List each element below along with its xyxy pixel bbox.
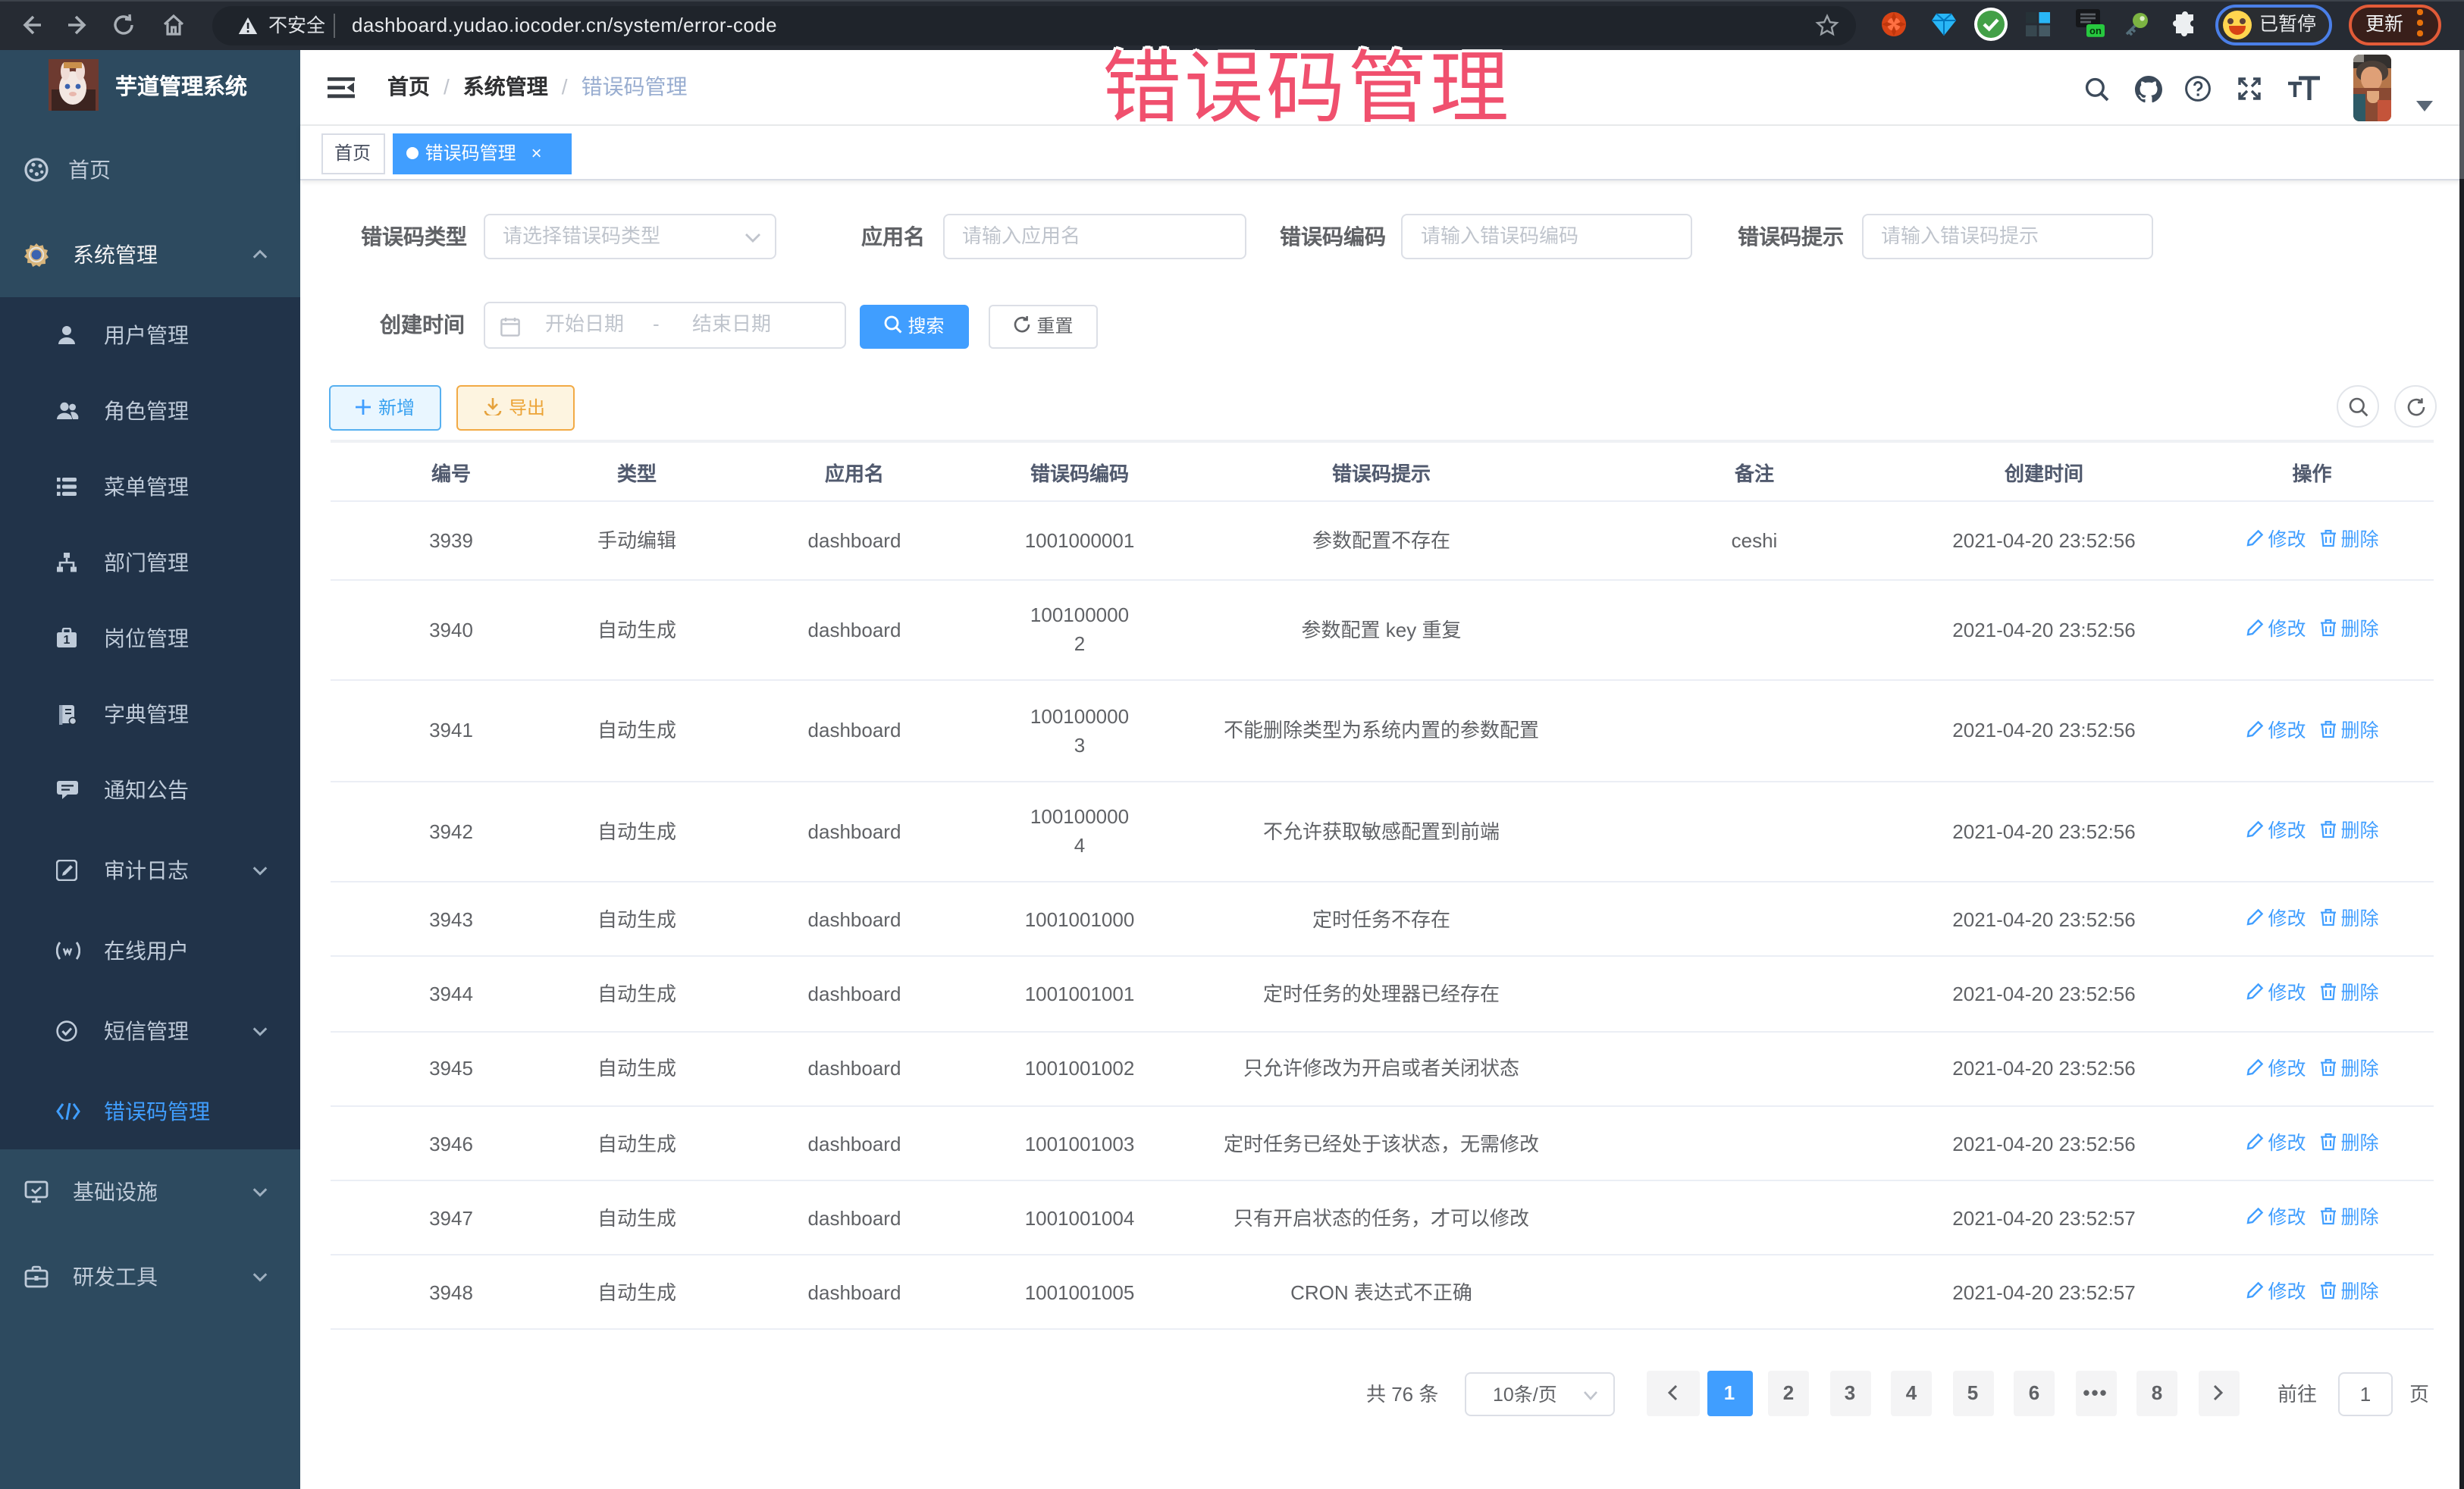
svg-text:1: 1: [64, 634, 71, 647]
svg-text:on: on: [2089, 25, 2102, 36]
